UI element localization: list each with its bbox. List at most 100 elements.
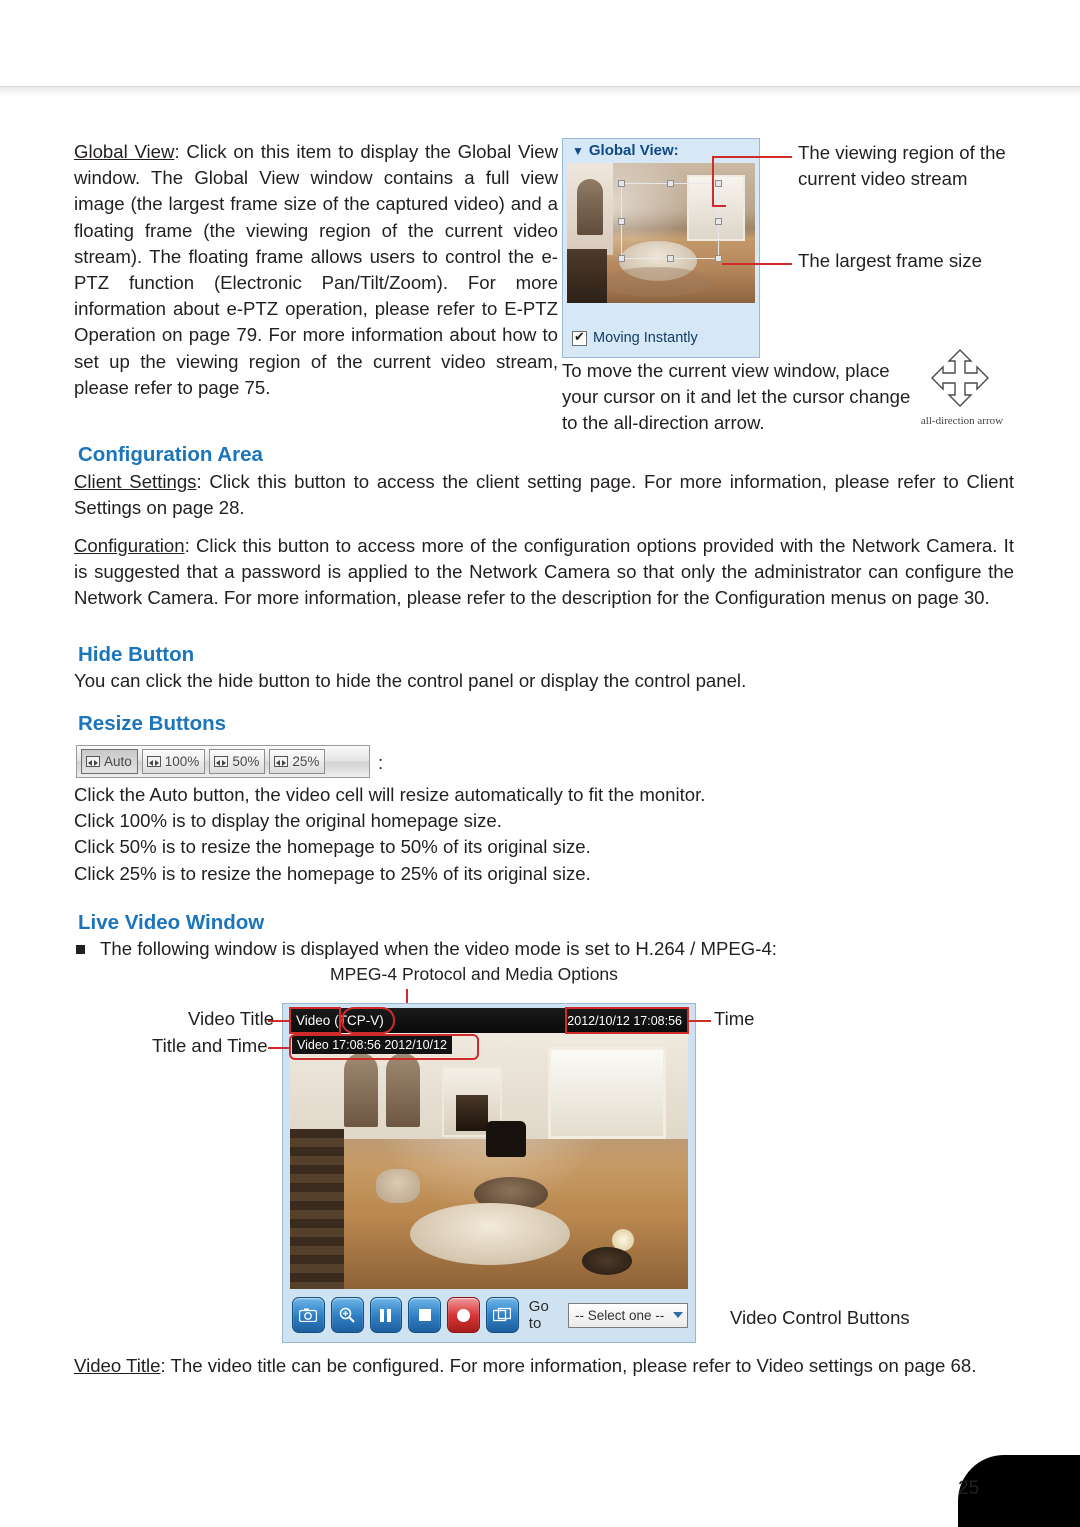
label-title-and-time: Title and Time xyxy=(152,1035,268,1056)
resize-handle[interactable] xyxy=(667,180,674,187)
highlight-box-title-and-time xyxy=(289,1034,479,1060)
resize-arrows-icon xyxy=(274,756,289,767)
heading-live-video-window: Live Video Window xyxy=(78,911,265,934)
global-view-stairs xyxy=(567,249,607,303)
live-video-firebox xyxy=(456,1095,488,1131)
resize-handle[interactable] xyxy=(715,180,722,187)
live-video-arch-left xyxy=(344,1053,378,1127)
global-view-title: ▼ Global View: xyxy=(572,142,679,159)
callout-line-viewing-region xyxy=(712,156,792,158)
resize-50-button[interactable]: 50% xyxy=(209,749,266,774)
paragraph-video-title-note: Video Title: The video title can be conf… xyxy=(74,1353,1014,1379)
global-view-image xyxy=(567,163,755,303)
goto-label: Go to xyxy=(528,1298,549,1332)
resize-handle[interactable] xyxy=(667,255,674,262)
live-video-window-right xyxy=(548,1047,666,1139)
resize-handle[interactable] xyxy=(618,218,625,225)
video-title-note-text: : The video title can be configured. For… xyxy=(160,1355,977,1376)
caption-protocol-media-options: MPEG-4 Protocol and Media Options xyxy=(330,964,618,984)
resize-arrows-icon xyxy=(146,756,161,767)
resize-100-button[interactable]: 100% xyxy=(141,749,206,774)
fullscreen-icon[interactable] xyxy=(485,1297,519,1333)
resize-handle[interactable] xyxy=(715,218,722,225)
annotation-viewing-region: The viewing region of the current video … xyxy=(798,142,1006,189)
callout-line-viewing-region-vertical xyxy=(712,156,714,206)
configuration-term: Configuration xyxy=(74,535,185,556)
resize-line-3: Click 50% is to resize the homepage to 5… xyxy=(74,836,591,858)
resize-auto-button[interactable]: Auto xyxy=(81,749,138,774)
page-header-rule xyxy=(0,86,1080,97)
intro-paragraph-text: : Click on this item to display the Glob… xyxy=(74,141,558,398)
paragraph-client-settings: Client Settings: Click this button to ac… xyxy=(74,469,1014,521)
label-time: Time xyxy=(714,1008,755,1029)
global-view-title-label: Global View: xyxy=(588,142,679,159)
callout-line-viewing-region-tip xyxy=(712,205,726,207)
all-direction-arrow-icon xyxy=(931,349,989,407)
stop-glyph xyxy=(418,1309,431,1321)
highlight-box-protocol xyxy=(341,1007,395,1034)
paragraph-configuration: Configuration: Click this button to acce… xyxy=(74,533,1014,612)
global-view-floating-frame[interactable] xyxy=(618,180,722,262)
global-view-rug xyxy=(601,267,711,297)
live-video-chair-right xyxy=(576,1179,628,1221)
goto-select-value: -- Select one -- xyxy=(575,1307,665,1323)
heading-hide-button: Hide Button xyxy=(78,643,195,666)
resize-handle[interactable] xyxy=(618,180,625,187)
live-video-dark-object xyxy=(486,1121,526,1157)
resize-handle[interactable] xyxy=(618,255,625,262)
highlight-box-video-title xyxy=(289,1007,341,1034)
pause-icon[interactable] xyxy=(369,1297,403,1333)
live-video-arch-right xyxy=(386,1053,420,1127)
configuration-text: : Click this button to access more of th… xyxy=(74,535,1014,609)
paragraph-resize-description: Click the Auto button, the video cell wi… xyxy=(74,782,874,887)
page-number: 25 xyxy=(958,1478,980,1499)
paragraph-hide-button: You can click the hide button to hide th… xyxy=(74,670,747,691)
client-settings-text: : Click this button to access the client… xyxy=(74,471,1014,519)
stop-icon[interactable] xyxy=(408,1297,442,1333)
resize-auto-label: Auto xyxy=(104,754,132,769)
label-video-control-buttons: Video Control Buttons xyxy=(730,1307,910,1328)
resize-100-label: 100% xyxy=(164,754,200,769)
callout-line-title-and-time xyxy=(268,1047,290,1049)
annotation-largest-frame: The largest frame size xyxy=(798,250,982,271)
moving-instantly-label: Moving Instantly xyxy=(593,330,698,346)
resize-arrows-icon xyxy=(214,756,229,767)
page-header-band xyxy=(0,0,1080,86)
resize-line-1: Click the Auto button, the video cell wi… xyxy=(74,784,706,805)
moving-instantly-checkbox[interactable] xyxy=(572,329,587,346)
moving-instantly-checkbox-row[interactable]: Moving Instantly xyxy=(572,329,698,346)
live-video-image xyxy=(290,1033,688,1289)
goto-select[interactable]: -- Select one -- xyxy=(568,1302,689,1328)
live-video-sofa xyxy=(410,1203,570,1265)
live-video-stairs xyxy=(290,1129,344,1289)
snapshot-icon[interactable] xyxy=(292,1297,325,1333)
resize-handle[interactable] xyxy=(715,255,722,262)
resize-line-2: Click 100% is to display the original ho… xyxy=(74,810,502,832)
all-direction-arrow-caption: all-direction arrow xyxy=(920,415,1004,427)
resize-50-label: 50% xyxy=(232,754,260,769)
resize-25-button[interactable]: 25% xyxy=(269,749,326,774)
resize-arrows-icon xyxy=(86,756,100,767)
record-icon[interactable] xyxy=(447,1297,480,1333)
video-title-term: Video Title xyxy=(74,1355,161,1376)
intro-paragraph: Global View: Click on this item to displ… xyxy=(74,139,558,401)
heading-configuration-area: Configuration Area xyxy=(78,443,263,466)
client-settings-term: Client Settings xyxy=(74,471,197,492)
chevron-down-icon xyxy=(673,1312,684,1318)
resize-25-label: 25% xyxy=(292,754,320,769)
pause-glyph xyxy=(380,1308,392,1322)
record-glyph xyxy=(457,1308,471,1322)
live-video-pet xyxy=(582,1247,632,1275)
resize-buttons-toolbar: Auto 100% 50% 25% xyxy=(76,745,370,778)
paragraph-live-video-bullet: The following window is displayed when t… xyxy=(100,938,777,959)
annotation-move-view: To move the current view window, place y… xyxy=(562,360,911,433)
heading-resize-buttons: Resize Buttons xyxy=(78,712,227,735)
callout-line-largest-frame xyxy=(722,263,792,265)
global-view-term: Global View xyxy=(74,141,175,162)
label-video-title: Video Title xyxy=(188,1008,275,1029)
highlight-box-time xyxy=(565,1007,689,1034)
chevron-down-icon: ▼ xyxy=(572,144,584,158)
zoom-icon[interactable] xyxy=(330,1297,364,1333)
video-control-buttons: Go to -- Select one -- xyxy=(290,1294,689,1336)
callout-line-time xyxy=(689,1020,711,1022)
